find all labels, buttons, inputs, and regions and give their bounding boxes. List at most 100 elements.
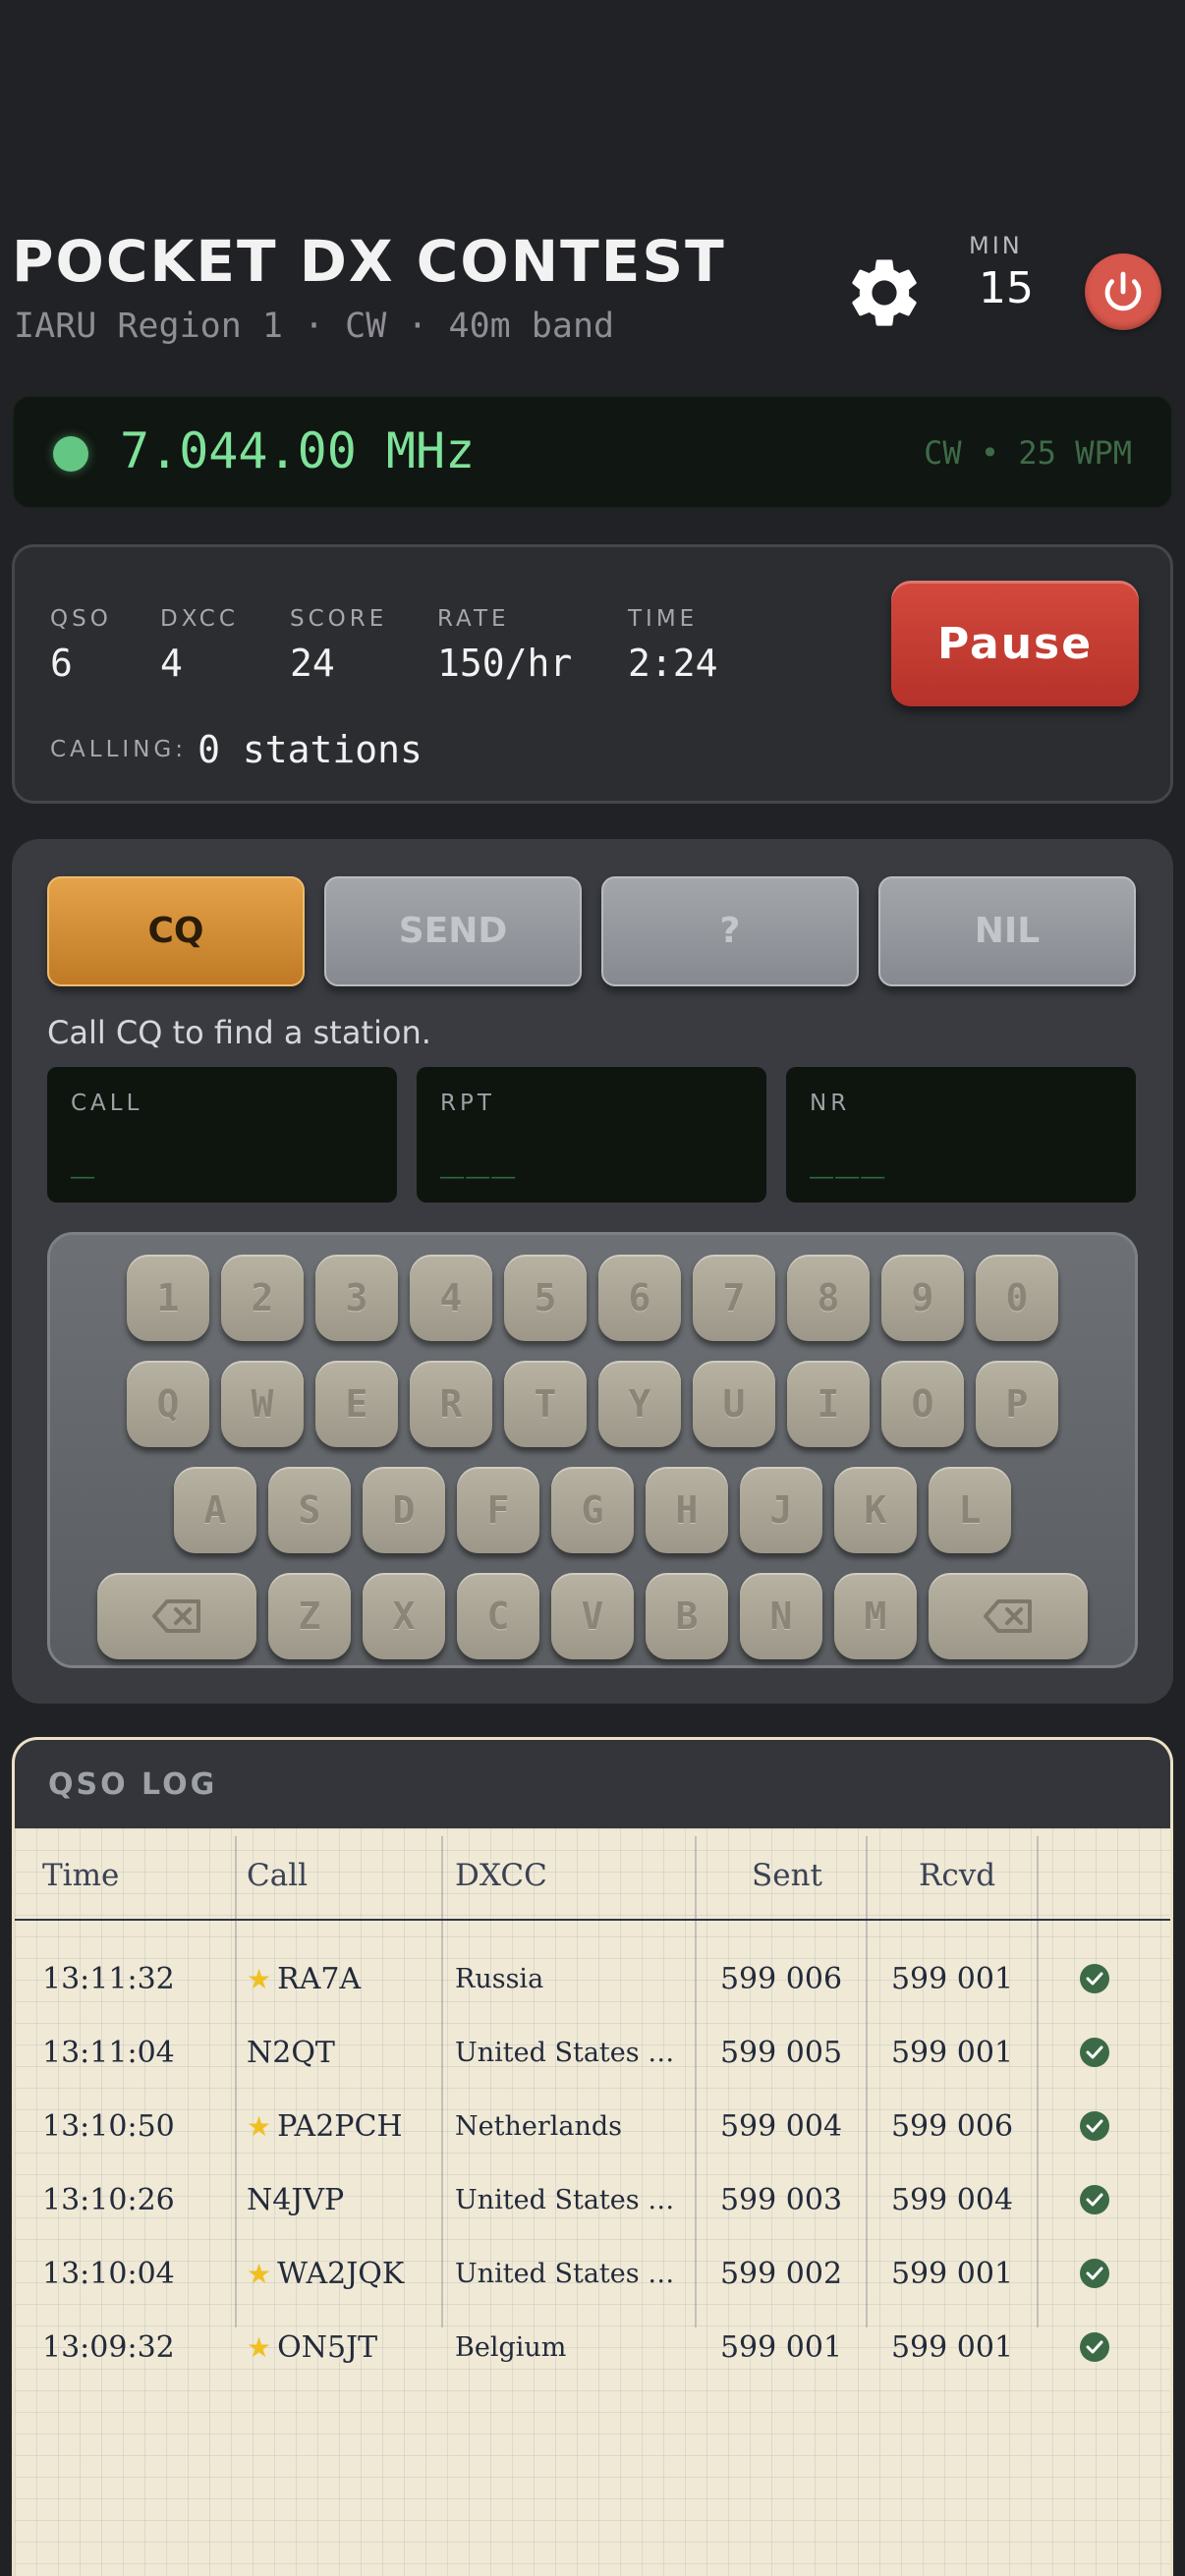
column-header-rcvd: Rcvd [919, 1858, 996, 1893]
stat-value: 150/hr [437, 642, 573, 685]
minutes-value: 15 [979, 263, 1034, 313]
key-r[interactable]: R [410, 1361, 492, 1447]
cell-time: 13:11:32 [42, 1962, 175, 1996]
power-button[interactable] [1085, 253, 1161, 330]
callsign: RA7A [277, 1962, 362, 1996]
stat-label: SCORE [290, 606, 388, 632]
cell-dxcc: United States of America [455, 2259, 687, 2289]
callsign: PA2PCH [277, 2109, 403, 2144]
stat-qso: QSO 6 [50, 606, 112, 685]
table-row[interactable]: 13:09:32 ★ ON5JT Belgium 599 001 599 001 [15, 2311, 1170, 2384]
nil-button[interactable]: NIL [878, 876, 1136, 986]
key-u[interactable]: U [693, 1361, 775, 1447]
key-q[interactable]: Q [127, 1361, 209, 1447]
key-g[interactable]: G [551, 1467, 634, 1553]
key-t[interactable]: T [504, 1361, 587, 1447]
cell-sent: 599 001 [719, 2330, 843, 2365]
key-9[interactable]: 9 [881, 1255, 964, 1341]
cell-time: 13:09:32 [42, 2330, 175, 2365]
stat-dxcc: DXCC 4 [160, 606, 239, 685]
key-d[interactable]: D [363, 1467, 445, 1553]
key-k[interactable]: K [834, 1467, 917, 1553]
qso-log-title: QSO LOG [48, 1767, 218, 1802]
key-x[interactable]: X [363, 1573, 445, 1659]
key-8[interactable]: 8 [787, 1255, 870, 1341]
header-rule [15, 1919, 1170, 1921]
table-row[interactable]: 13:11:32 ★ RA7A Russia 599 006 599 001 [15, 1942, 1170, 2016]
key-f[interactable]: F [457, 1467, 539, 1553]
cell-call: ★ WA2JQK [247, 2257, 404, 2291]
stat-label: DXCC [160, 606, 239, 632]
backspace-key-left[interactable] [97, 1573, 256, 1659]
key-3[interactable]: 3 [315, 1255, 398, 1341]
cell-call: ★ RA7A [247, 1962, 361, 1996]
confirmed-check-icon [1080, 2332, 1109, 2362]
cell-time: 13:10:26 [42, 2183, 175, 2217]
key-4[interactable]: 4 [410, 1255, 492, 1341]
call-field[interactable]: CALL _ [47, 1067, 397, 1203]
key-0[interactable]: 0 [976, 1255, 1058, 1341]
column-header-time: Time [42, 1858, 120, 1893]
app-title: POCKET DX CONTEST [12, 228, 726, 295]
stat-value: 6 [50, 642, 73, 685]
key-j[interactable]: J [740, 1467, 822, 1553]
cell-dxcc: Russia [455, 1964, 544, 1994]
key-l[interactable]: L [929, 1467, 1011, 1553]
backspace-key-right[interactable] [929, 1573, 1088, 1659]
calling-label: CALLING: [50, 737, 187, 762]
key-6[interactable]: 6 [598, 1255, 681, 1341]
stat-label: TIME [628, 606, 699, 632]
cq-button[interactable]: CQ [47, 876, 305, 986]
send-button[interactable]: SEND [324, 876, 582, 986]
key-p[interactable]: P [976, 1361, 1058, 1447]
star-icon: ★ [247, 1963, 272, 1995]
rpt-field[interactable]: RPT ___ [417, 1067, 766, 1203]
key-n[interactable]: N [740, 1573, 822, 1659]
cell-rcvd: 599 004 [890, 2183, 1014, 2217]
column-header-dxcc: DXCC [455, 1858, 547, 1893]
cell-rcvd: 599 001 [890, 2257, 1014, 2291]
cell-sent: 599 003 [719, 2183, 843, 2217]
key-5[interactable]: 5 [504, 1255, 587, 1341]
control-panel: CQ SEND ? NIL Call CQ to find a station.… [12, 839, 1173, 1704]
key-a[interactable]: A [174, 1467, 256, 1553]
cell-sent: 599 006 [719, 1962, 843, 1996]
key-i[interactable]: I [787, 1361, 870, 1447]
query-button[interactable]: ? [601, 876, 859, 986]
confirmed-check-icon [1080, 2038, 1109, 2067]
key-e[interactable]: E [315, 1361, 398, 1447]
cell-sent: 599 002 [719, 2257, 843, 2291]
confirmed-check-icon [1080, 2185, 1109, 2214]
stat-rate: RATE 150/hr [437, 606, 572, 685]
table-row[interactable]: 13:10:50 ★ PA2PCH Netherlands 599 004 599 006 [15, 2090, 1170, 2163]
qso-log-table: Time Call DXCC Sent Rcvd 13:11:32 ★ RA7A Ru… [15, 1828, 1170, 2576]
stat-label: QSO [50, 606, 112, 632]
key-b[interactable]: B [646, 1573, 728, 1659]
key-y[interactable]: Y [598, 1361, 681, 1447]
qso-log-header: QSO LOG [15, 1740, 1170, 1828]
key-w[interactable]: W [221, 1361, 304, 1447]
key-h[interactable]: H [646, 1467, 728, 1553]
table-row[interactable]: 13:10:26 N4JVP United States of America 599… [15, 2163, 1170, 2237]
table-row[interactable]: 13:10:04 ★WA2JQK United States of America 5… [15, 2237, 1170, 2311]
key-o[interactable]: O [881, 1361, 964, 1447]
callsign: ON5JT [277, 2330, 378, 2365]
key-1[interactable]: 1 [127, 1255, 209, 1341]
table-row[interactable]: 13:11:04 N2QT United States of America 599 … [15, 2016, 1170, 2090]
key-2[interactable]: 2 [221, 1255, 304, 1341]
key-m[interactable]: M [834, 1573, 917, 1659]
key-7[interactable]: 7 [693, 1255, 775, 1341]
key-v[interactable]: V [551, 1573, 634, 1659]
settings-gear-icon[interactable] [843, 252, 926, 334]
key-z[interactable]: Z [268, 1573, 351, 1659]
key-s[interactable]: S [268, 1467, 351, 1553]
pause-button[interactable]: Pause [891, 581, 1139, 706]
frequency-display: 7.044.00 MHz CW • 25 WPM [12, 395, 1173, 509]
column-header-call: Call [247, 1858, 309, 1893]
nr-field[interactable]: NR ___ [786, 1067, 1136, 1203]
calling-status: CALLING: 0 stations [50, 728, 423, 771]
cell-call: ★ ON5JT [247, 2330, 377, 2365]
cell-time: 13:11:04 [42, 2036, 175, 2070]
key-c[interactable]: C [457, 1573, 539, 1659]
cell-rcvd: 599 001 [890, 2036, 1014, 2070]
